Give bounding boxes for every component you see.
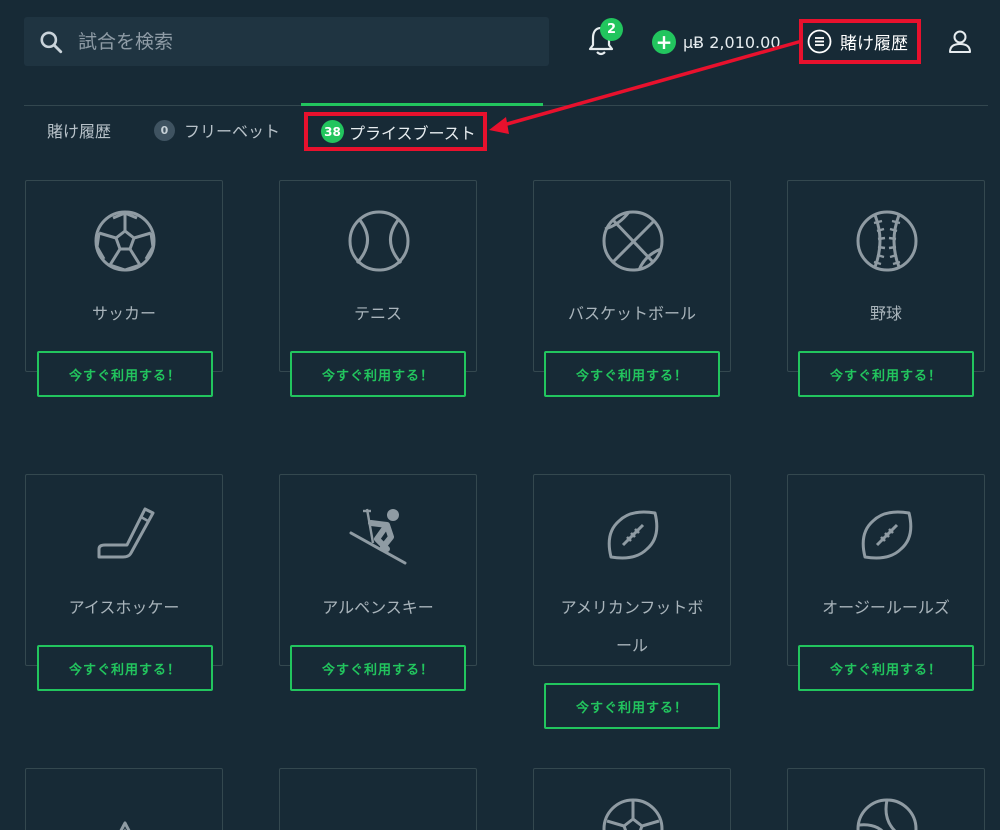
american-football-icon xyxy=(607,510,659,560)
tennis-ball-icon xyxy=(348,210,410,272)
use-now-button[interactable]: 今すぐ利用する！ xyxy=(544,683,720,729)
balance-amount: µɃ 2,010.00 xyxy=(683,32,781,52)
search-input[interactable] xyxy=(78,30,498,53)
free-bet-count-badge: 0 xyxy=(154,119,175,141)
sport-card-badminton[interactable] xyxy=(25,768,223,830)
search-bar[interactable] xyxy=(24,17,549,66)
shuttlecock-icon xyxy=(119,821,131,830)
add-funds-icon[interactable]: + xyxy=(652,30,676,54)
sport-card-alpine-ski[interactable]: アルペンスキー xyxy=(279,474,477,666)
use-now-button[interactable]: 今すぐ利用する！ xyxy=(290,645,466,691)
soccer-ball-icon xyxy=(602,798,664,830)
list-icon xyxy=(807,29,832,54)
bet-history-button[interactable]: 賭け履歴 xyxy=(799,19,921,64)
tab-price-boost[interactable]: 38 プライスブースト xyxy=(304,112,487,151)
sport-card-tennis[interactable]: テニス xyxy=(279,180,477,372)
sport-card-soccer[interactable]: サッカー xyxy=(25,180,223,372)
sport-card-futsal[interactable] xyxy=(533,768,731,830)
volleyball-icon xyxy=(856,798,918,830)
user-icon[interactable] xyxy=(948,29,972,54)
sport-name: アルペンスキー xyxy=(322,598,434,617)
use-now-button[interactable]: 今すぐ利用する！ xyxy=(798,645,974,691)
active-tab-indicator xyxy=(301,103,543,106)
sport-name: 野球 xyxy=(869,304,902,323)
use-now-button[interactable]: 今すぐ利用する！ xyxy=(37,351,213,397)
sport-name: テニス xyxy=(353,304,402,323)
tab-label: 賭け履歴 xyxy=(47,122,112,141)
balance[interactable]: + µɃ 2,010.00 xyxy=(652,30,781,54)
bet-history-label: 賭け履歴 xyxy=(840,34,908,54)
hockey-stick-icon xyxy=(97,507,155,559)
skier-icon xyxy=(349,508,407,565)
price-boost-count-badge: 38 xyxy=(321,120,344,143)
sport-name: オージールールズ xyxy=(822,598,950,617)
sport-card-american-football[interactable]: アメリカンフットボ ール xyxy=(533,474,731,666)
sport-card-ice-hockey[interactable]: アイスホッケー xyxy=(25,474,223,666)
sport-name-continued: ール xyxy=(615,636,648,655)
sport-name: サッカー xyxy=(91,304,156,323)
sport-card-basketball[interactable]: バスケットボール xyxy=(533,180,731,372)
use-now-button[interactable]: 今すぐ利用する！ xyxy=(37,645,213,691)
use-now-button[interactable]: 今すぐ利用する！ xyxy=(544,351,720,397)
annotation-arrow xyxy=(489,39,803,134)
search-icon xyxy=(40,30,63,53)
basketball-icon xyxy=(602,210,664,272)
tab-label: プライスブースト xyxy=(349,123,476,143)
tab-label: フリーベット xyxy=(184,122,281,141)
rugby-ball-icon xyxy=(861,510,913,560)
tab-free-bet[interactable]: 0 フリーベット xyxy=(154,118,280,142)
sport-name: バスケットボール xyxy=(567,304,696,323)
notification-badge: 2 xyxy=(600,18,623,41)
use-now-button[interactable]: 今すぐ利用する！ xyxy=(798,351,974,397)
soccer-ball-icon xyxy=(94,210,156,272)
sport-name: アイスホッケー xyxy=(68,598,180,617)
sport-name: アメリカンフットボ xyxy=(560,598,704,617)
sport-card-field-hockey[interactable] xyxy=(279,768,477,830)
field-hockey-stick-icon xyxy=(347,797,411,830)
sport-card-volleyball[interactable] xyxy=(787,768,985,830)
baseball-icon xyxy=(856,210,918,272)
use-now-button[interactable]: 今すぐ利用する！ xyxy=(290,351,466,397)
sport-card-aussie-rules[interactable]: オージールールズ xyxy=(787,474,985,666)
tab-bet-history[interactable]: 賭け履歴 xyxy=(47,118,111,142)
sport-card-baseball[interactable]: 野球 xyxy=(787,180,985,372)
